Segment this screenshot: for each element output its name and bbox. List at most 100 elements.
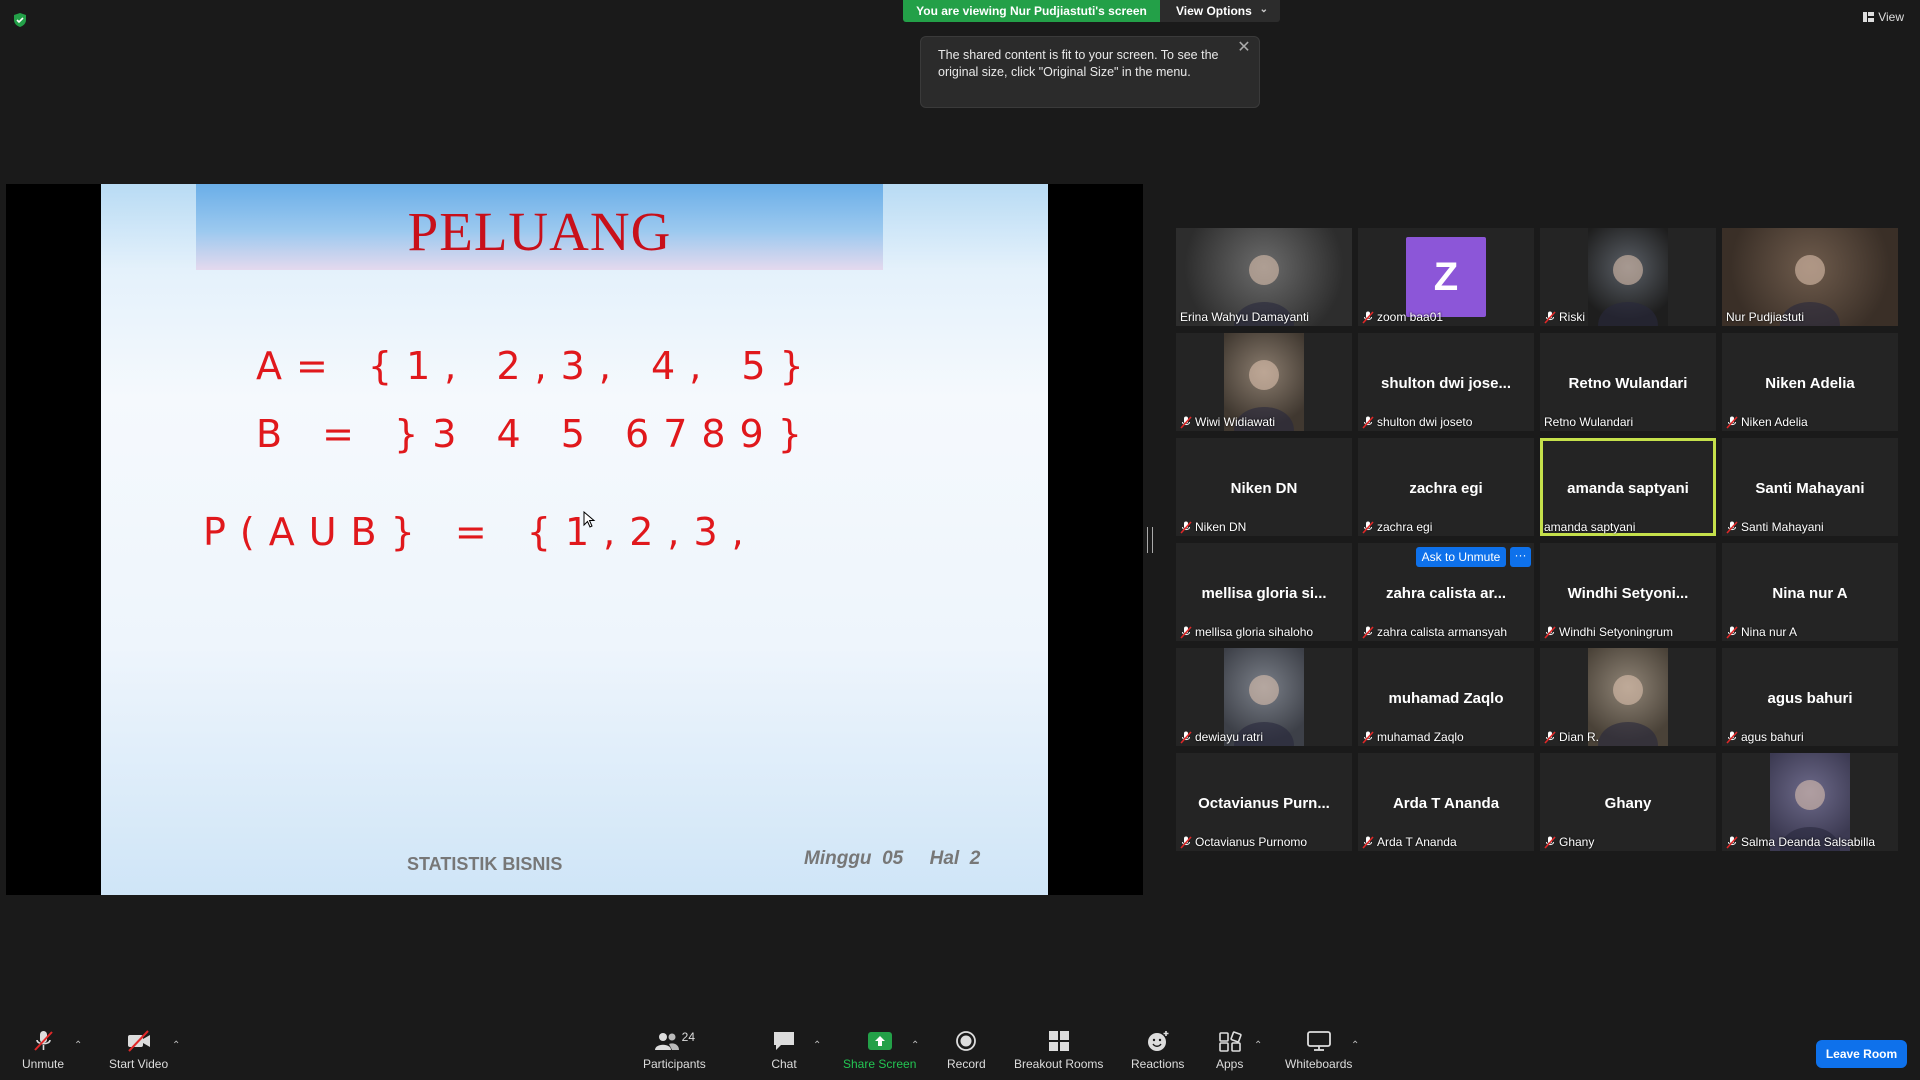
participant-tile[interactable]: Nina nur A Nina nur A <box>1722 543 1898 641</box>
handwritten-set-b: B = }3 4 5 6789} <box>256 412 816 456</box>
participant-display-name: muhamad Zaqlo <box>1388 690 1504 707</box>
participant-tile[interactable]: amanda saptyani amanda saptyani <box>1540 438 1716 536</box>
participant-tile[interactable]: Retno Wulandari Retno Wulandari <box>1540 333 1716 431</box>
participant-tile[interactable]: Nur Pudjiastuti <box>1722 228 1898 326</box>
grid-view-icon <box>1863 12 1875 22</box>
participant-tile[interactable]: Zzoom baa01 <box>1358 228 1534 326</box>
participant-video <box>1588 228 1668 326</box>
participant-name: zoom baa01 <box>1377 310 1444 324</box>
participant-name-label: Riski <box>1544 310 1585 324</box>
participant-tile[interactable]: Windhi Setyoni... Windhi Setyoningrum <box>1540 543 1716 641</box>
participant-tile[interactable]: Ghany Ghany <box>1540 753 1716 851</box>
participant-name: Nur Pudjiastuti <box>1726 310 1805 324</box>
record-button[interactable]: Record <box>947 1030 986 1071</box>
start-video-button[interactable]: Start Video <box>109 1030 168 1071</box>
handwritten-set-a: A= {1, 2,3, 4, 5} <box>256 344 818 388</box>
participant-name: Salma Deanda Salsabilla <box>1741 835 1876 849</box>
breakout-rooms-button[interactable]: Breakout Rooms <box>1014 1030 1103 1071</box>
share-screen-label: Share Screen <box>843 1057 917 1071</box>
apps-options-caret-icon[interactable]: ⌃ <box>1254 1040 1262 1051</box>
participant-tile[interactable]: mellisa gloria si... mellisa gloria sihal… <box>1176 543 1352 641</box>
participant-display-name: Windhi Setyoni... <box>1567 585 1689 602</box>
more-options-button[interactable]: ··· <box>1510 547 1531 567</box>
mic-muted-icon <box>1726 625 1738 639</box>
chat-button[interactable]: Chat <box>771 1030 797 1071</box>
participants-button[interactable]: 24 Participants <box>643 1030 706 1071</box>
leave-room-button[interactable]: Leave Room <box>1816 1040 1907 1068</box>
record-label: Record <box>947 1057 986 1071</box>
participant-tile[interactable]: Santi Mahayani Santi Mahayani <box>1722 438 1898 536</box>
participant-name-label: Octavianus Purnomo <box>1180 835 1307 849</box>
participant-name: Santi Mahayani <box>1741 520 1824 534</box>
smiley-reaction-icon <box>1147 1031 1169 1051</box>
chevron-down-icon: ⌄ <box>1259 4 1268 15</box>
shield-icon[interactable] <box>12 12 28 28</box>
mic-muted-icon <box>1180 520 1192 534</box>
view-layout-button[interactable]: View <box>1863 10 1904 24</box>
mic-muted-icon <box>1726 835 1738 849</box>
slide-footer-page: Minggu 05 Hal 2 <box>804 848 981 869</box>
mouse-cursor-icon <box>583 511 596 528</box>
participant-name: amanda saptyani <box>1544 520 1636 534</box>
participant-name: Riski <box>1559 310 1585 324</box>
participant-tile[interactable]: muhamad Zaqlo muhamad Zaqlo <box>1358 648 1534 746</box>
reactions-button[interactable]: Reactions <box>1131 1030 1184 1071</box>
slide-title: PELUANG <box>407 201 672 262</box>
participant-tile[interactable]: Arda T Ananda Arda T Ananda <box>1358 753 1534 851</box>
close-icon[interactable]: ✕ <box>1235 39 1253 57</box>
chat-label: Chat <box>771 1057 797 1071</box>
participant-name-label: Ghany <box>1544 835 1594 849</box>
participant-tile[interactable]: Erina Wahyu Damayanti <box>1176 228 1352 326</box>
participant-tile[interactable]: Wiwi Widiawati <box>1176 333 1352 431</box>
participant-video <box>1588 648 1668 746</box>
participant-tile[interactable]: Octavianus Purn... Octavianus Purnomo <box>1176 753 1352 851</box>
share-screen-button[interactable]: Share Screen <box>843 1030 916 1071</box>
view-options-button[interactable]: View Options ⌄ <box>1160 0 1280 22</box>
mic-muted-icon <box>1726 520 1738 534</box>
presentation-slide: PELUANG A= {1, 2,3, 4, 5} B = }3 4 5 678… <box>101 184 1048 895</box>
participant-tile[interactable]: dewiayu ratri <box>1176 648 1352 746</box>
mic-muted-icon <box>1180 625 1192 639</box>
chat-options-caret-icon[interactable]: ⌃ <box>813 1040 821 1051</box>
participant-display-name: zahra calista ar... <box>1385 585 1507 602</box>
participant-name-label: zachra egi <box>1362 520 1432 534</box>
participant-tile[interactable]: agus bahuri agus bahuri <box>1722 648 1898 746</box>
participant-name-label: Erina Wahyu Damayanti <box>1180 310 1309 324</box>
participant-name-label: Santi Mahayani <box>1726 520 1824 534</box>
whiteboards-options-caret-icon[interactable]: ⌃ <box>1351 1040 1359 1051</box>
participant-name: shulton dwi joseto <box>1377 415 1473 429</box>
participant-display-name: zachra egi <box>1409 480 1483 497</box>
participant-tile[interactable]: Riski <box>1540 228 1716 326</box>
participant-tile[interactable]: Niken Adelia Niken Adelia <box>1722 333 1898 431</box>
participant-tile[interactable]: zachra egi zachra egi <box>1358 438 1534 536</box>
participant-tile[interactable]: Niken DN Niken DN <box>1176 438 1352 536</box>
resize-handle[interactable] <box>1147 527 1153 553</box>
video-options-caret-icon[interactable]: ⌃ <box>172 1040 180 1051</box>
mic-muted-icon <box>1180 730 1192 744</box>
apps-button[interactable]: Apps <box>1216 1030 1243 1071</box>
person-silhouette-icon <box>1598 255 1658 326</box>
participant-name-label: Nina nur A <box>1726 625 1797 639</box>
participant-name: Ghany <box>1559 835 1595 849</box>
participants-label: Participants <box>643 1057 706 1071</box>
apps-icon <box>1218 1031 1242 1052</box>
unmute-button[interactable]: Unmute <box>22 1030 64 1071</box>
participant-display-name: Niken Adelia <box>1765 375 1855 392</box>
whiteboards-button[interactable]: Whiteboards <box>1285 1030 1352 1071</box>
participant-tile[interactable]: shulton dwi jose... shulton dwi joseto <box>1358 333 1534 431</box>
participant-name-label: Retno Wulandari <box>1544 415 1633 429</box>
chat-bubble-icon <box>774 1032 794 1050</box>
share-screen-icon <box>867 1032 892 1050</box>
person-silhouette-icon <box>1598 675 1658 746</box>
microphone-muted-icon <box>34 1031 53 1051</box>
view-options-label: View Options <box>1176 4 1252 18</box>
participant-tile[interactable]: Dian R. <box>1540 648 1716 746</box>
share-options-caret-icon[interactable]: ⌃ <box>911 1040 919 1051</box>
mic-muted-icon <box>1362 415 1374 429</box>
ask-to-unmute-button[interactable]: Ask to Unmute <box>1416 547 1506 567</box>
audio-options-caret-icon[interactable]: ⌃ <box>74 1040 82 1051</box>
participant-display-name: Niken DN <box>1230 480 1298 497</box>
participant-display-name: Retno Wulandari <box>1568 375 1688 392</box>
mic-muted-icon <box>1362 520 1374 534</box>
participant-tile[interactable]: Salma Deanda Salsabilla <box>1722 753 1898 851</box>
